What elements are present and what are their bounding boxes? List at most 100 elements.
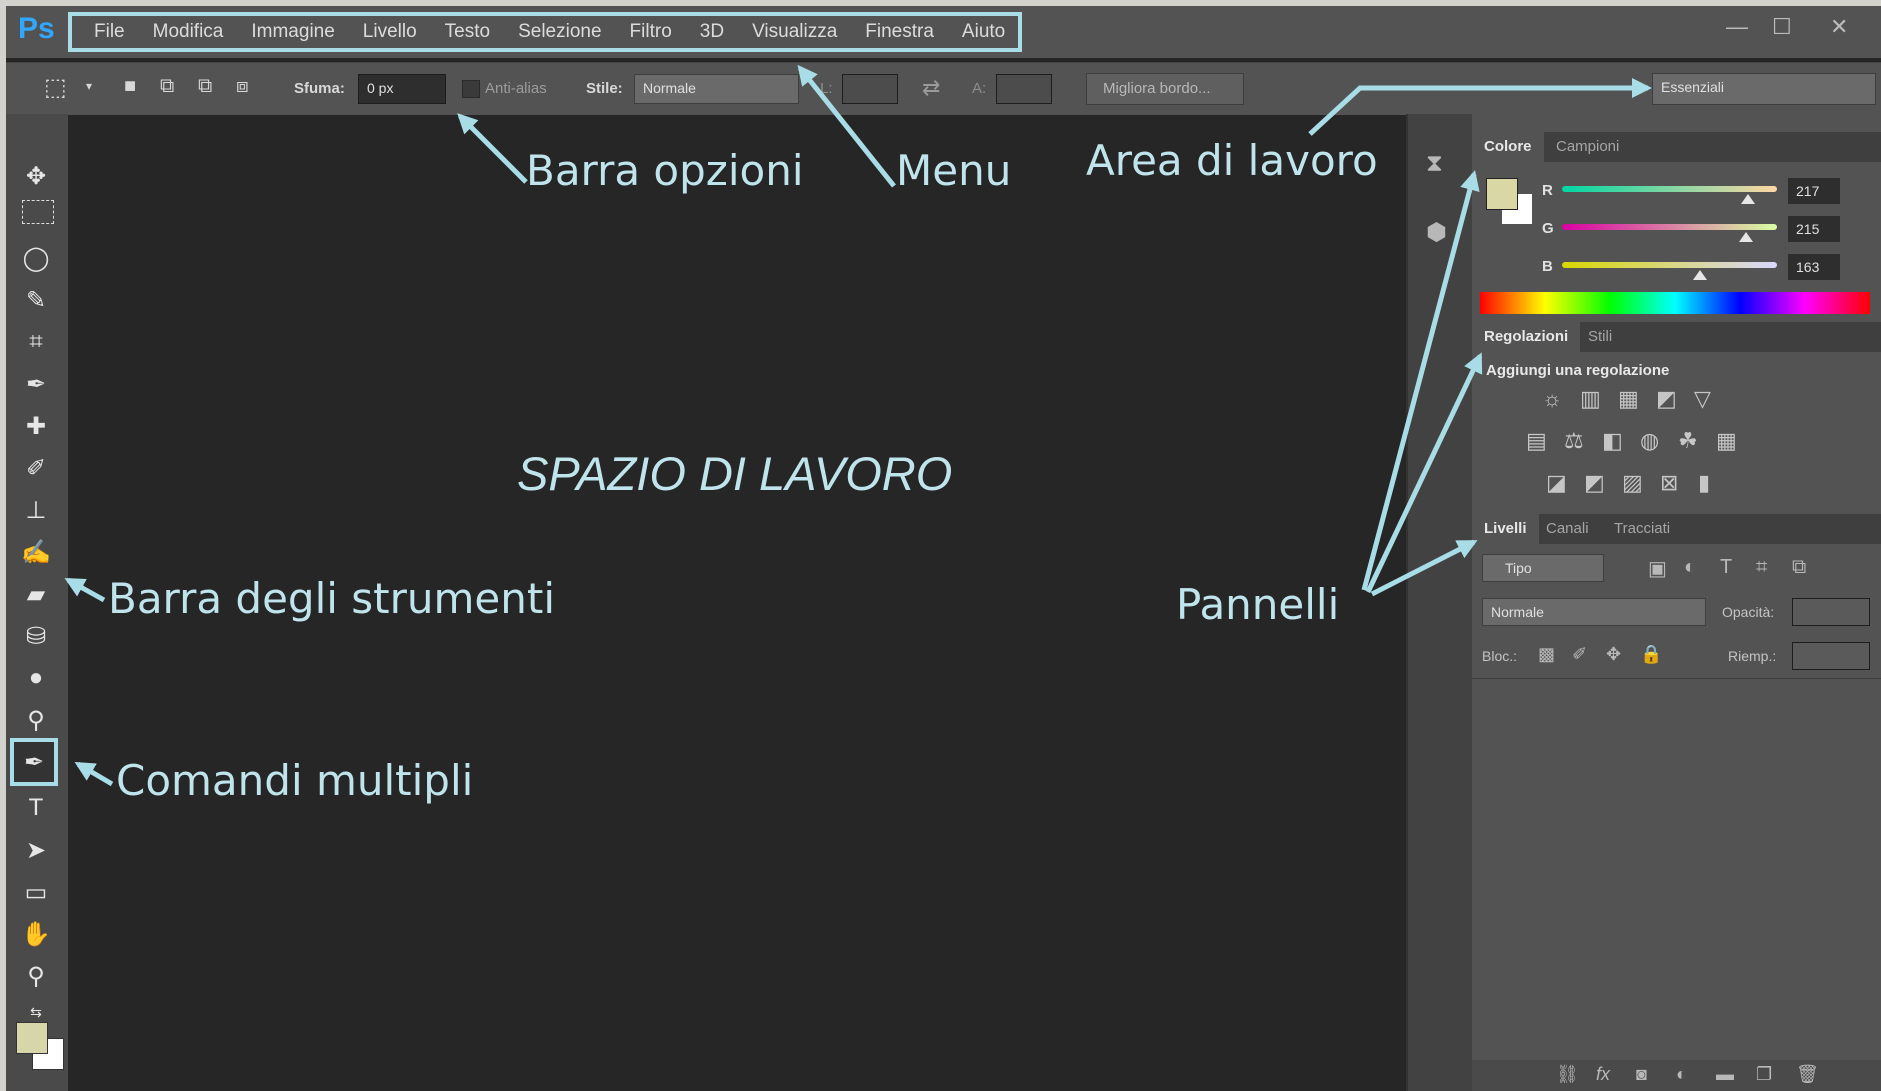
selective-color-icon[interactable]: ⊠ — [1660, 470, 1678, 496]
menu-livello[interactable]: Livello — [363, 21, 417, 43]
crop-tool-icon[interactable]: ⌗ — [16, 324, 56, 360]
add-selection-icon[interactable]: ⧉ — [160, 75, 174, 98]
photo-filter-icon[interactable]: ◍ — [1640, 428, 1659, 454]
g-value[interactable]: 215 — [1788, 216, 1840, 242]
menu-file[interactable]: File — [94, 21, 125, 43]
blur-tool-icon[interactable]: ● — [16, 660, 56, 696]
filter-shape-icon[interactable]: ⌗ — [1756, 556, 1767, 579]
r-slider[interactable] — [1562, 186, 1777, 192]
antialias-checkbox[interactable] — [462, 80, 480, 98]
opacity-input[interactable] — [1792, 598, 1870, 626]
tab-livelli[interactable]: Livelli — [1472, 514, 1539, 544]
swap-icon[interactable]: ⇄ — [922, 75, 940, 101]
delete-layer-icon[interactable]: 🗑 — [1796, 1064, 1819, 1085]
new-group-icon[interactable]: ▬ — [1716, 1064, 1734, 1085]
feather-input[interactable]: 0 px — [358, 74, 446, 104]
lock-transparency-icon[interactable]: ▩ — [1538, 644, 1555, 665]
paint-bucket-tool-icon[interactable]: ⛁ — [16, 618, 56, 654]
gradient-map-icon[interactable]: ▮ — [1698, 470, 1710, 496]
g-slider[interactable] — [1562, 224, 1777, 230]
hand-tool-icon[interactable]: ✋ — [16, 916, 56, 952]
menu-immagine[interactable]: Immagine — [251, 21, 334, 43]
rectangle-tool-icon[interactable]: ▭ — [16, 874, 56, 910]
lock-paint-icon[interactable]: ✐ — [1572, 644, 1587, 665]
filter-smart-object-icon[interactable]: ⧉ — [1792, 556, 1806, 579]
healing-brush-tool-icon[interactable]: ✚ — [16, 408, 56, 444]
height-input[interactable] — [996, 74, 1052, 104]
lock-all-icon[interactable]: 🔒 — [1640, 644, 1662, 665]
dodge-tool-icon[interactable]: ⚲ — [16, 702, 56, 738]
hue-saturation-icon[interactable]: ▤ — [1526, 428, 1547, 454]
filter-type-icon[interactable]: T — [1720, 556, 1732, 579]
stamp-tool-icon[interactable]: ⊥ — [16, 492, 56, 528]
pen-tool-icon[interactable]: ✒ — [10, 738, 58, 786]
path-selection-tool-icon[interactable]: ➤ — [16, 832, 56, 868]
levels-icon[interactable]: ▥ — [1580, 386, 1601, 412]
blend-mode-select[interactable]: Normale — [1482, 598, 1706, 626]
style-select[interactable]: Normale — [634, 74, 799, 104]
chevron-down-icon[interactable]: ▾ — [86, 79, 92, 93]
lock-move-icon[interactable]: ✥ — [1606, 644, 1621, 665]
r-value[interactable]: 217 — [1788, 178, 1840, 204]
maximize-button[interactable]: ☐ — [1772, 14, 1792, 40]
history-brush-tool-icon[interactable]: ✍ — [16, 534, 56, 570]
vibrance-icon[interactable]: ▽ — [1694, 386, 1711, 412]
eraser-tool-icon[interactable]: ▰ — [16, 576, 56, 612]
color-fg-swatch[interactable] — [1486, 178, 1518, 210]
exposure-icon[interactable]: ◩ — [1656, 386, 1677, 412]
posterize-icon[interactable]: ◩ — [1584, 470, 1605, 496]
text-tool-icon[interactable]: T — [16, 790, 56, 826]
color-balance-icon[interactable]: ⚖ — [1564, 428, 1584, 454]
tab-tracciati[interactable]: Tracciati — [1602, 514, 1682, 544]
g-slider-thumb[interactable] — [1739, 232, 1753, 242]
intersect-selection-icon[interactable]: ⧈ — [236, 75, 249, 98]
menu-visualizza[interactable]: Visualizza — [752, 21, 837, 43]
brush-tool-icon[interactable]: ✐ — [16, 450, 56, 486]
zoom-tool-icon[interactable]: ⚲ — [16, 958, 56, 994]
invert-icon[interactable]: ◪ — [1546, 470, 1567, 496]
channel-mixer-icon[interactable]: ☘ — [1678, 428, 1698, 454]
menu-3d[interactable]: 3D — [700, 21, 724, 43]
subtract-selection-icon[interactable]: ⧉ — [198, 75, 212, 98]
new-selection-icon[interactable]: ■ — [124, 75, 136, 98]
add-mask-icon[interactable]: ◙ — [1636, 1064, 1647, 1085]
fill-input[interactable] — [1792, 642, 1870, 670]
r-slider-thumb[interactable] — [1741, 194, 1755, 204]
tab-canali[interactable]: Canali — [1534, 514, 1601, 544]
foreground-color-swatch[interactable] — [16, 1022, 48, 1054]
link-layers-icon[interactable]: ⛓ — [1556, 1064, 1579, 1085]
b-value[interactable]: 163 — [1788, 254, 1840, 280]
tab-stili[interactable]: Stili — [1576, 322, 1624, 352]
tab-colore[interactable]: Colore — [1472, 132, 1544, 162]
brightness-icon[interactable]: ☼ — [1542, 386, 1562, 412]
menu-filtro[interactable]: Filtro — [630, 21, 672, 43]
b-slider[interactable] — [1562, 262, 1777, 268]
filter-pixel-icon[interactable]: ▣ — [1648, 556, 1667, 581]
color-spectrum-bar[interactable] — [1480, 292, 1870, 314]
quick-selection-tool-icon[interactable]: ✎ — [16, 282, 56, 318]
history-icon[interactable]: ⧗ — [1426, 150, 1443, 178]
menu-aiuto[interactable]: Aiuto — [962, 21, 1005, 43]
menu-finestra[interactable]: Finestra — [865, 21, 934, 43]
color-lookup-icon[interactable]: ▦ — [1716, 428, 1737, 454]
move-tool-icon[interactable]: ✥ — [16, 158, 56, 194]
fx-icon[interactable]: fx — [1596, 1064, 1610, 1085]
new-layer-icon[interactable]: ❐ — [1756, 1064, 1772, 1085]
minimize-button[interactable]: — — [1726, 14, 1748, 40]
menu-modifica[interactable]: Modifica — [153, 21, 224, 43]
refine-edge-button[interactable]: Migliora bordo... — [1086, 73, 1244, 105]
close-button[interactable]: ✕ — [1830, 14, 1848, 40]
curves-icon[interactable]: ▦ — [1618, 386, 1639, 412]
workspace-select[interactable]: Essenziali — [1652, 73, 1876, 105]
new-adjustment-layer-icon[interactable]: ◐ — [1676, 1064, 1687, 1085]
lasso-tool-icon[interactable]: ◯ — [16, 240, 56, 276]
width-input[interactable] — [842, 74, 898, 104]
b-slider-thumb[interactable] — [1693, 270, 1707, 280]
marquee-preset-icon[interactable]: ⬚ — [44, 73, 67, 102]
3d-icon[interactable]: ⬢ — [1426, 218, 1447, 247]
eyedropper-tool-icon[interactable]: ✒ — [16, 366, 56, 402]
marquee-tool-icon[interactable] — [22, 200, 54, 224]
layer-filter-select[interactable]: Tipo — [1482, 554, 1604, 582]
black-white-icon[interactable]: ◧ — [1602, 428, 1623, 454]
threshold-icon[interactable]: ▨ — [1622, 470, 1643, 496]
